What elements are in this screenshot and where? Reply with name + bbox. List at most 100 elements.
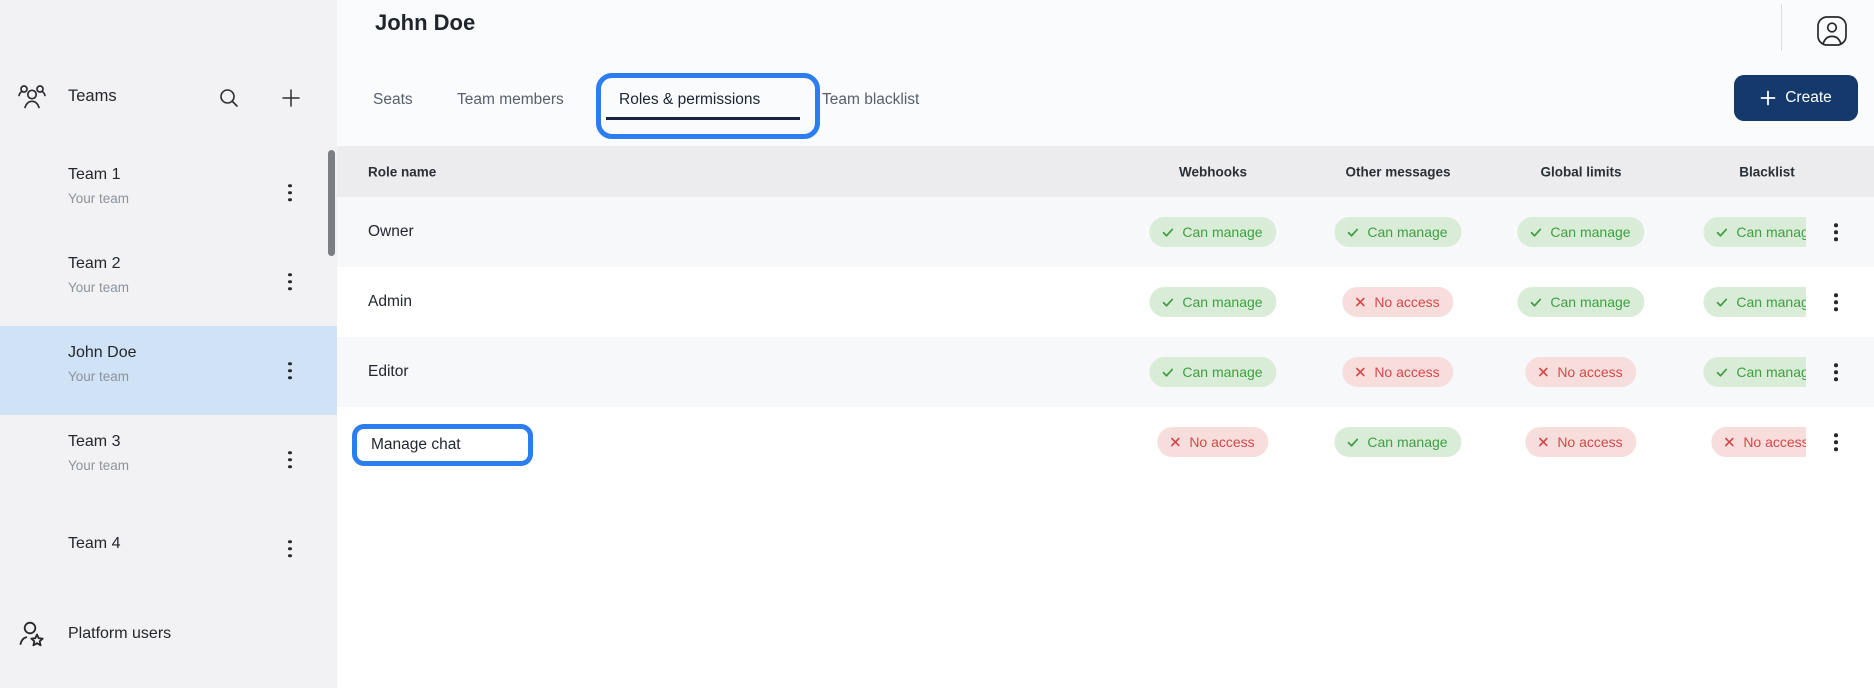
- search-icon[interactable]: [218, 85, 244, 111]
- team-list-item[interactable]: Team 3 Your team: [0, 415, 337, 504]
- permission-badge-can-manage[interactable]: Can manage: [1517, 217, 1644, 247]
- sidebar-item-platform-users[interactable]: Platform users: [0, 610, 337, 658]
- permission-badge-can-manage[interactable]: Can manage: [1149, 217, 1276, 247]
- permission-badge-can-manage[interactable]: Can manage: [1703, 287, 1806, 317]
- permission-badge-no-access[interactable]: No access: [1525, 357, 1636, 387]
- check-icon: [1161, 226, 1174, 239]
- check-icon: [1161, 366, 1174, 379]
- permission-badge-can-manage[interactable]: Can manage: [1149, 357, 1276, 387]
- x-icon: [1723, 436, 1735, 448]
- team-list-item[interactable]: Team 1 Your team: [0, 148, 337, 237]
- column-header-blacklist: Blacklist: [1739, 164, 1795, 179]
- main-header-strip: [337, 0, 1874, 146]
- tab-seats[interactable]: Seats: [373, 90, 413, 110]
- badge-label: Can manage: [1182, 364, 1262, 380]
- team-list: Team 1 Your team Team 2 Your team John D…: [0, 148, 337, 593]
- x-icon: [1354, 296, 1366, 308]
- check-icon: [1346, 436, 1359, 449]
- kebab-menu-icon[interactable]: [284, 180, 296, 206]
- kebab-menu-icon[interactable]: [284, 536, 296, 562]
- badge-label: No access: [1189, 434, 1254, 450]
- app-window: Teams Team 1 Your team Team 2 Your team …: [0, 0, 1874, 688]
- role-name-cell: Admin: [368, 293, 412, 311]
- team-name: Team 4: [68, 535, 337, 553]
- permission-badge-can-manage[interactable]: Can manage: [1703, 217, 1806, 247]
- permission-cell-clipped: Can manage: [1667, 337, 1806, 407]
- badge-label: No access: [1743, 434, 1806, 450]
- role-name-input[interactable]: [357, 436, 528, 454]
- permission-cell: No access: [1157, 427, 1268, 457]
- permission-cell: No access: [1342, 357, 1453, 387]
- active-tab-highlight-ring: Roles & permissions: [596, 73, 820, 139]
- check-icon: [1715, 366, 1728, 379]
- permission-badge-can-manage[interactable]: Can manage: [1517, 287, 1644, 317]
- permission-cell: No access: [1525, 357, 1636, 387]
- row-kebab-menu-icon[interactable]: [1830, 429, 1842, 455]
- badge-label: No access: [1557, 364, 1622, 380]
- create-button[interactable]: Create: [1734, 75, 1858, 121]
- permission-badge-can-manage[interactable]: Can manage: [1149, 287, 1276, 317]
- permission-badge-can-manage[interactable]: Can manage: [1334, 427, 1461, 457]
- sidebar-title: Teams: [68, 87, 117, 106]
- column-header-webhooks: Webhooks: [1179, 164, 1247, 179]
- badge-label: Can manage: [1182, 294, 1262, 310]
- permission-cell: Can manage: [1149, 357, 1276, 387]
- sidebar-scrollbar[interactable]: [328, 150, 335, 256]
- teams-sidebar: Teams Team 1 Your team Team 2 Your team …: [0, 0, 337, 688]
- column-header-global-limits: Global limits: [1540, 164, 1621, 179]
- permission-cell: Can manage: [1149, 217, 1276, 247]
- row-kebab-menu-icon[interactable]: [1830, 359, 1842, 385]
- permission-cell: No access: [1525, 427, 1636, 457]
- sidebar-header: Teams: [0, 78, 337, 120]
- profile-icon[interactable]: [1816, 14, 1850, 48]
- kebab-menu-icon[interactable]: [284, 358, 296, 384]
- team-list-item[interactable]: Team 4: [0, 504, 337, 593]
- badge-label: Can manage: [1182, 224, 1262, 240]
- active-tab-underline: [606, 117, 800, 120]
- permission-badge-no-access[interactable]: No access: [1525, 427, 1636, 457]
- check-icon: [1715, 296, 1728, 309]
- table-body: Owner Can manage Can manage Can manage C…: [337, 197, 1874, 477]
- check-icon: [1346, 226, 1359, 239]
- team-subtitle: Your team: [68, 369, 337, 384]
- team-name: Team 2: [68, 255, 337, 273]
- table-header-row: Role name Webhooks Other messages Global…: [337, 146, 1874, 197]
- permission-badge-no-access[interactable]: No access: [1157, 427, 1268, 457]
- kebab-menu-icon[interactable]: [284, 447, 296, 473]
- role-name-cell: Owner: [368, 223, 414, 241]
- badge-label: Can manage: [1736, 224, 1806, 240]
- badge-label: No access: [1374, 364, 1439, 380]
- team-list-item[interactable]: John Doe Your team: [0, 326, 337, 415]
- team-list-item[interactable]: Team 2 Your team: [0, 237, 337, 326]
- row-kebab-menu-icon[interactable]: [1830, 219, 1842, 245]
- role-name-cell: Editor: [368, 363, 409, 381]
- permission-badge-no-access[interactable]: No access: [1711, 427, 1806, 457]
- tab-team-members[interactable]: Team members: [457, 90, 564, 110]
- tab-roles-permissions[interactable]: Roles & permissions: [619, 90, 760, 110]
- badge-label: No access: [1374, 294, 1439, 310]
- permission-cell-clipped: No access: [1667, 407, 1806, 477]
- permission-badge-no-access[interactable]: No access: [1342, 357, 1453, 387]
- team-name: Team 3: [68, 433, 337, 451]
- permission-cell-clipped: Can manage: [1667, 197, 1806, 267]
- create-button-label: Create: [1785, 89, 1832, 107]
- x-icon: [1354, 366, 1366, 378]
- permission-badge-no-access[interactable]: No access: [1342, 287, 1453, 317]
- plus-icon: [1760, 90, 1776, 106]
- permission-badge-can-manage[interactable]: Can manage: [1703, 357, 1806, 387]
- row-kebab-menu-icon[interactable]: [1830, 289, 1842, 315]
- permission-badge-can-manage[interactable]: Can manage: [1334, 217, 1461, 247]
- badge-label: Can manage: [1367, 224, 1447, 240]
- header-divider: [1781, 4, 1782, 51]
- badge-label: Can manage: [1550, 294, 1630, 310]
- tab-team-blacklist[interactable]: Team blacklist: [822, 90, 919, 110]
- badge-label: No access: [1557, 434, 1622, 450]
- team-subtitle: Your team: [68, 191, 337, 206]
- x-icon: [1169, 436, 1181, 448]
- team-subtitle: Your team: [68, 280, 337, 295]
- permission-cell: Can manage: [1517, 217, 1644, 247]
- add-team-plus-icon[interactable]: [280, 85, 306, 111]
- badge-label: Can manage: [1736, 364, 1806, 380]
- permission-cell-clipped: Can manage: [1667, 267, 1806, 337]
- kebab-menu-icon[interactable]: [284, 269, 296, 295]
